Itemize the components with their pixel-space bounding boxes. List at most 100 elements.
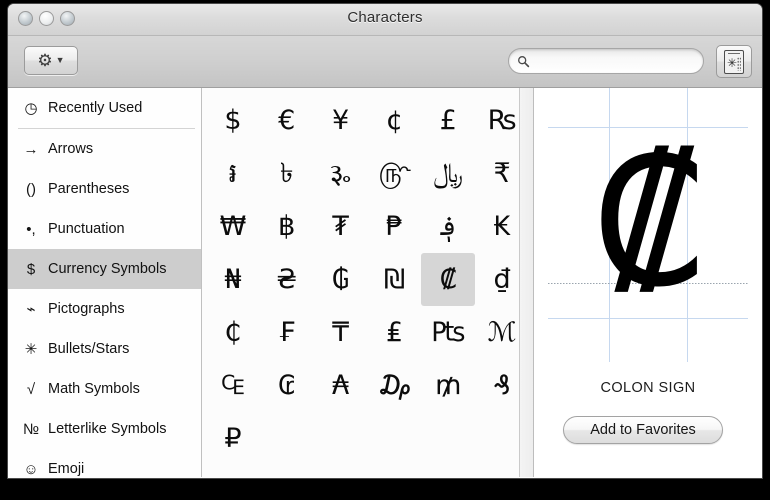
character-cell[interactable]: ₲ [314,253,368,306]
character-cell[interactable]: ₪ [367,253,421,306]
character-palette-button[interactable]: ✳ [716,45,752,78]
add-to-favorites-button[interactable]: Add to Favorites [563,416,723,444]
character-cell[interactable]: ૱ [314,147,368,200]
character-glyph: ₨ [487,105,517,136]
character-glyph: ₽ [224,423,242,454]
sidebar-item-arrows[interactable]: → Arrows [8,129,201,169]
character-cell[interactable]: ₳ [314,359,368,412]
character-grid-pane[interactable]: $ € ¥ ¢ £ ₨ ៛ ৳ ૱ ௹ ﷼ ₹ ₩ ฿ ₮ ₱ ؋ ₭ ₦ ₴ ₲ ₪ ₡ ₫ ₵ ₣ ₸ ₤ ₧ ℳ ₠ ₢ ₳ ₯ ₥ ₰ ₽ [202,88,534,477]
character-cell[interactable]: ₸ [314,306,368,359]
character-glyph: ﷼ [433,158,464,189]
character-cell[interactable]: ₡ [421,253,476,306]
category-sidebar[interactable]: ◷ Recently Used → Arrows () Parentheses •, Punc… [8,88,202,477]
character-cell[interactable]: ₢ [260,359,314,412]
character-cell[interactable]: $ [206,94,260,147]
character-glyph: ₯ [377,370,412,401]
character-glyph: ₸ [331,317,350,348]
search-icon [518,55,530,67]
character-cell[interactable]: ₣ [260,306,314,359]
action-gear-button[interactable]: ⚙ ▼ [24,46,78,75]
preview-glyph: ₡ [591,119,705,326]
character-cell[interactable]: ₧ [421,306,475,359]
character-glyph: ₱ [385,211,403,242]
smiley-icon: ☺ [23,460,39,478]
character-glyph: ₡ [439,264,457,295]
character-glyph: ₲ [331,264,350,295]
character-cell[interactable]: ₽ [206,412,260,465]
sidebar-item-label: Punctuation [48,221,125,237]
character-glyph: ₹ [493,158,511,189]
character-cell[interactable]: ₯ [367,359,421,412]
sidebar-item-label: Math Symbols [48,381,140,397]
character-cell[interactable]: ৳ [260,147,314,200]
character-glyph: ₩ [219,211,247,242]
search-input[interactable] [534,54,694,68]
character-glyph: ؋ [440,211,457,242]
character-glyph: ₫ [493,264,511,295]
character-cell[interactable]: ¥ [314,94,368,147]
sidebar-item-label: Emoji [48,461,85,477]
sidebar-item-emoji[interactable]: ☺ Emoji [8,449,201,478]
window-body: ◷ Recently Used → Arrows () Parentheses •, Punc… [8,88,762,477]
window-title: Characters [347,9,423,26]
character-cell[interactable]: ₥ [421,359,475,412]
character-cell[interactable]: ₴ [260,253,314,306]
chevron-down-icon: ▼ [55,55,65,65]
character-cell[interactable]: ₤ [367,306,421,359]
sidebar-item-pictographs[interactable]: ⌁ Pictographs [8,289,201,329]
character-name-label: COLON SIGN [600,380,696,396]
character-cell[interactable]: ฿ [260,200,314,253]
character-glyph: ৳ [280,158,294,189]
character-glyph: ₤ [385,317,403,348]
character-cell[interactable]: ₩ [206,200,260,253]
character-glyph: ៛ [228,158,238,189]
character-glyph: ௹ [378,158,411,189]
sidebar-item-letterlike-symbols[interactable]: № Letterlike Symbols [8,409,201,449]
sidebar-item-recently-used[interactable]: ◷ Recently Used [8,88,201,128]
character-glyph: ₰ [493,370,511,401]
gear-icon: ⚙ [37,51,53,70]
character-glyph: £ [439,105,457,136]
character-glyph: ₪ [383,264,405,295]
character-glyph: ₳ [331,370,350,401]
sidebar-item-punctuation[interactable]: •, Punctuation [8,209,201,249]
sidebar-item-math-symbols[interactable]: √ Math Symbols [8,369,201,409]
character-cell[interactable]: ﷼ [421,147,475,200]
sidebar-item-bullets-stars[interactable]: ✳ Bullets/Stars [8,329,201,369]
character-glyph: ₥ [435,370,462,401]
character-cell[interactable]: ₦ [206,253,260,306]
character-grid[interactable]: $ € ¥ ¢ £ ₨ ៛ ৳ ૱ ௹ ﷼ ₹ ₩ ฿ ₮ ₱ ؋ ₭ ₦ ₴ ₲ ₪ ₡ ₫ ₵ ₣ ₸ ₤ ₧ ℳ ₠ ₢ ₳ ₯ ₥ ₰ ₽ [202,88,533,465]
character-glyph: ₢ [278,370,296,401]
glyph-stage: ₡ [534,88,762,362]
character-glyph: € [278,105,296,136]
asterisk-icon: ✳ [24,341,38,358]
sidebar-item-currency-symbols[interactable]: $ Currency Symbols [8,249,201,289]
sidebar-item-label: Arrows [48,141,94,157]
character-cell[interactable]: £ [421,94,475,147]
character-cell[interactable]: ₠ [206,359,260,412]
character-glyph: ₴ [276,264,298,295]
toolbar: ⚙ ▼ ✳ [8,36,762,88]
character-cell[interactable]: ௹ [367,147,421,200]
numero-icon: № [22,420,40,438]
character-cell[interactable]: ¢ [367,94,421,147]
character-cell[interactable]: ؋ [421,200,475,253]
character-cell[interactable]: ₵ [206,306,260,359]
character-cell[interactable]: ៛ [206,147,260,200]
character-cell[interactable]: ₱ [367,200,421,253]
characters-window: Characters ⚙ ▼ ✳ ◷ Recently Used → Arrows ()… [8,4,762,478]
character-cell[interactable]: € [260,94,314,147]
character-glyph: ₮ [331,211,350,242]
search-field[interactable] [508,48,704,74]
grid-scrollbar[interactable] [519,88,533,477]
character-glyph: ₣ [278,317,296,348]
clock-icon: ◷ [24,100,38,117]
punctuation-icon: •, [26,220,36,238]
radical-icon: √ [26,380,36,398]
sidebar-item-parentheses[interactable]: () Parentheses [8,169,201,209]
sidebar-item-label: Recently Used [48,100,143,116]
sidebar-item-label: Bullets/Stars [48,341,130,357]
title-bar: Characters [8,4,762,36]
sidebar-item-label: Parentheses [48,181,130,197]
character-cell[interactable]: ₮ [314,200,368,253]
